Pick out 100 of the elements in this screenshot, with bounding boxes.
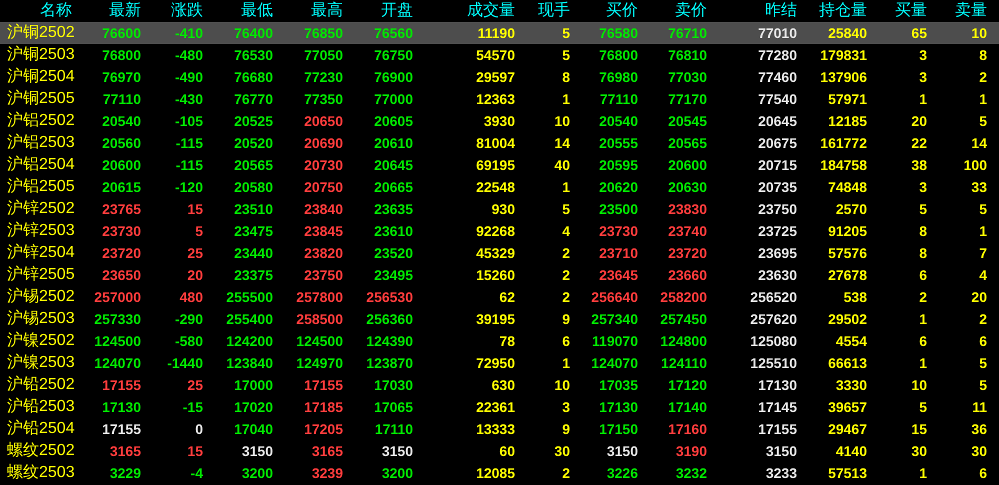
table-cell-text: 17185 [303, 398, 343, 417]
table-cell-text: -115 [174, 156, 203, 175]
table-cell-text: 76560 [373, 24, 413, 43]
table-cell-text: 17020 [233, 398, 273, 417]
column-header[interactable]: 最高 [273, 0, 343, 22]
table-cell-text: 沪铜2504 [7, 66, 76, 87]
table-cell-text: 12085 [475, 464, 515, 483]
column-header[interactable]: 持仓量 [797, 0, 867, 22]
table-cell-text: 77110 [102, 90, 141, 109]
table-cell-text: -580 [174, 332, 203, 351]
table-cell-text: 3226 [606, 464, 638, 483]
table-cell-text: 20565 [233, 156, 273, 175]
table-cell-text: 2 [561, 464, 570, 483]
table-cell-text: 1 [561, 354, 570, 373]
table-cell-text: 沪铝2503 [7, 132, 76, 153]
table-cell-text: 10 [553, 112, 570, 131]
table-cell-text: 23840 [303, 200, 343, 219]
table-cell-text: 23660 [667, 266, 707, 285]
table-cell-text: 沪锡2502 [7, 286, 76, 307]
table-cell-text: 2 [978, 68, 987, 87]
table-cell-text: 256530 [365, 288, 413, 307]
table-cell-text: 77030 [667, 68, 707, 87]
table-cell-text: 125080 [749, 332, 797, 351]
table-cell-text: 2 [561, 288, 570, 307]
column-header[interactable]: 卖价 [638, 0, 707, 22]
table-cell-text: 76850 [303, 24, 343, 43]
table-cell-text: 6 [561, 332, 570, 351]
table-cell-text: 20615 [101, 178, 141, 197]
table-cell-text: 20 [910, 112, 927, 131]
table-cell-text: 23750 [303, 266, 343, 285]
table-cell-text: 沪铝2504 [7, 154, 76, 175]
table-cell-text: 沪铝2502 [7, 110, 76, 131]
table-cell-text: 23710 [598, 244, 638, 263]
table-cell-text: -115 [174, 134, 203, 153]
table-cell-text: 256360 [365, 310, 413, 329]
table-cell-text: 77000 [373, 90, 413, 109]
table-cell-text: 23765 [101, 200, 141, 219]
table-cell-text: 29597 [475, 68, 515, 87]
table-cell-text: 100 [962, 156, 987, 175]
column-header[interactable]: 最低 [203, 0, 273, 22]
table-cell-text: 257620 [749, 310, 797, 329]
table-cell-text: 17030 [373, 376, 413, 395]
table-cell-text: 17000 [233, 376, 273, 395]
table-cell-text: 57513 [827, 464, 867, 483]
table-cell-text: 5 [978, 354, 987, 373]
table-cell-text: 60 [498, 442, 515, 461]
table-cell-text: 630 [490, 376, 515, 395]
table-cell-text: 76970 [101, 68, 141, 87]
table-row[interactable]: 沪铜2502 76600 -410 76400 76850 76560 11190 5 76580 76710 77010 25840 65 10 [0, 22, 999, 44]
column-header[interactable]: 最新 [80, 0, 141, 22]
column-header[interactable]: 买量 [867, 0, 927, 22]
table-cell-text: 20545 [667, 112, 707, 131]
table-cell-text: 20565 [667, 134, 707, 153]
table-cell-text: 10 [970, 24, 987, 43]
table-cell-text: 23375 [233, 266, 273, 285]
table-cell-text: 3165 [108, 442, 141, 461]
table-cell-text: 257450 [659, 310, 707, 329]
table-cell-text: -410 [174, 24, 203, 43]
table-cell-text: 沪镍2503 [7, 352, 76, 373]
table-cell-text: 119070 [591, 332, 638, 351]
table-cell-text: 23725 [757, 222, 797, 241]
table-cell-text: 2 [918, 288, 927, 307]
table-cell-text: 255400 [225, 310, 273, 329]
table-cell-text: 77460 [757, 68, 797, 87]
table-cell-text: 39195 [475, 310, 515, 329]
table-cell-text: 137906 [819, 68, 867, 87]
column-header[interactable]: 现手 [515, 0, 570, 22]
table-cell-text: 22361 [475, 398, 515, 417]
table-cell-text: 沪镍2502 [7, 330, 76, 351]
table-cell-text: 20665 [373, 178, 413, 197]
table-cell-text: 77010 [757, 24, 797, 43]
table-cell-text: 1 [918, 90, 927, 109]
column-header[interactable]: 名称 [0, 0, 80, 22]
column-header[interactable]: 昨结 [707, 0, 797, 22]
table-cell-text: 17145 [757, 398, 797, 417]
table-cell-text: 9 [561, 310, 570, 329]
table-cell-text: -290 [174, 310, 203, 329]
column-header[interactable]: 卖量 [927, 0, 987, 22]
column-header[interactable]: 买价 [570, 0, 638, 22]
table-cell-text: 17160 [667, 420, 707, 439]
column-header[interactable]: 开盘 [343, 0, 413, 22]
table-cell-text: 8 [918, 244, 927, 263]
table-cell-text: 23730 [598, 222, 638, 241]
table-cell-text: 沪锌2505 [7, 264, 76, 285]
table-cell-text: -480 [174, 46, 203, 65]
table-cell-text: 1 [561, 90, 570, 109]
table-cell-text: 3200 [240, 464, 273, 483]
table-cell-text: 4 [978, 266, 987, 285]
table-cell-text: 36 [970, 420, 987, 439]
table-cell-text: 5 [978, 200, 987, 219]
table-cell-text: 92268 [475, 222, 515, 241]
table-cell-text: -1440 [166, 354, 203, 373]
table-cell-text: 3 [918, 178, 927, 197]
table-cell-text: 76900 [373, 68, 413, 87]
column-header[interactable]: 涨跌 [141, 0, 203, 22]
table-cell-text: 29467 [827, 420, 867, 439]
column-header[interactable]: 成交量 [413, 0, 515, 22]
table-cell-text: 538 [842, 288, 867, 307]
table-cell-text: 77540 [757, 90, 797, 109]
table-cell-text: 10 [910, 376, 927, 395]
